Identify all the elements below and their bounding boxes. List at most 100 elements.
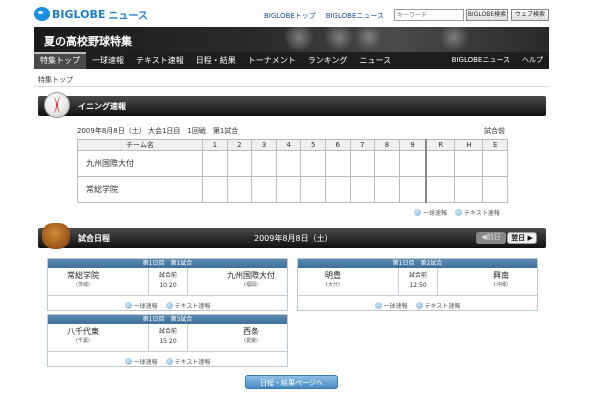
score-cell — [251, 176, 277, 203]
score-cell — [454, 150, 484, 177]
link-label: テキスト速報 — [464, 210, 500, 217]
inning-section-header: イニング速報 — [38, 92, 546, 118]
score-cell — [374, 150, 400, 177]
bullet-icon — [165, 302, 173, 309]
biglobe-logo[interactable]: BIGLOBE ニュース — [34, 5, 148, 23]
score-cell — [482, 176, 508, 203]
score-cell — [398, 150, 427, 177]
game-card-links: 一球速報 テキスト速報 — [48, 357, 287, 366]
nav-item-feature-top[interactable]: 特集トップ — [34, 52, 86, 69]
game-meta: 2009年8月8日（土） 大会1日目 1回戦 第1試合 — [77, 127, 239, 135]
game-card-links: 一球速報 テキスト速報 — [298, 301, 537, 310]
schedule-results-page-button[interactable]: 日程・結果ページへ — [245, 375, 338, 389]
team-name: 明豊 — [325, 271, 341, 280]
col-header-inning: 1 — [202, 139, 228, 151]
col-header-inning: 8 — [374, 139, 400, 151]
away-team: 興南 (沖縄) — [466, 270, 536, 289]
pitch-by-pitch-link[interactable]: 一球速報 — [124, 301, 158, 310]
link-label: テキスト速報 — [424, 303, 461, 310]
nav-item-help[interactable]: ヘルプ — [516, 52, 549, 69]
game-status: 試合前 — [158, 328, 177, 335]
game-card[interactable]: 第1日目 第3試合 八千代東 (千葉) 試合前 15:20 西条 (愛媛) 一球… — [47, 314, 288, 367]
web-search-button[interactable]: ウェブ検索 — [511, 9, 549, 21]
top-links: BIGLOBEトップ BIGLOBEニュース — [264, 11, 384, 21]
game-card-links: 一球速報 テキスト速報 — [48, 301, 287, 310]
baseball-icon — [44, 92, 70, 118]
score-cell — [425, 150, 456, 177]
score-cell — [398, 176, 427, 203]
bullet-icon — [374, 302, 382, 309]
home-team: 常総学院 (茨城) — [48, 270, 118, 289]
link-biglobe-news[interactable]: BIGLOBEニュース — [326, 11, 384, 21]
text-live-link[interactable]: テキスト速報 — [455, 208, 500, 217]
col-header-inning: 3 — [251, 139, 277, 151]
link-label: 一球速報 — [383, 303, 408, 310]
bullet-icon — [414, 209, 421, 216]
link-label: 一球速報 — [423, 210, 448, 217]
link-label: テキスト速報 — [174, 303, 211, 310]
player-silhouette-image — [324, 27, 354, 52]
game-time: 15:20 — [159, 338, 177, 345]
player-silhouette-image — [354, 27, 384, 52]
biglobe-logo-icon — [34, 7, 50, 21]
col-header-inning: 6 — [324, 139, 351, 151]
col-header-inning: 5 — [300, 139, 326, 151]
team-prefecture: (愛媛) — [244, 338, 258, 344]
schedule-section-title: 試合日程 — [78, 234, 110, 243]
previous-day-button[interactable]: ◀前日 — [476, 232, 506, 244]
away-team: 九州国際大付 (福岡) — [216, 270, 286, 289]
banner-title: 夏の高校野球特集 — [44, 35, 132, 48]
breadcrumb: 特集トップ — [38, 76, 73, 84]
player-silhouette-image — [439, 27, 469, 52]
col-header-inning: 7 — [349, 139, 376, 151]
scoreboard-table: チーム名 1 2 3 4 5 6 7 8 9 R H E 九州国際大付 常総学院 — [77, 139, 508, 203]
link-biglobe-top[interactable]: BIGLOBEトップ — [264, 11, 316, 21]
nav-item-tournament[interactable]: トーナメント — [242, 52, 302, 69]
bullet-icon — [455, 209, 463, 216]
bullet-icon — [415, 302, 423, 309]
nav-item-biglobe-news[interactable]: BIGLOBEニュース — [446, 52, 516, 69]
logo-text: BIGLOBE — [52, 7, 106, 21]
game-status: 試合前 — [158, 272, 177, 279]
text-live-link[interactable]: テキスト速報 — [165, 357, 210, 366]
pitch-by-pitch-link[interactable]: 一球速報 — [124, 357, 158, 366]
score-cell — [300, 176, 326, 203]
game-card[interactable]: 第1日目 第2試合 明豊 (大分) 試合前 12:50 興南 (沖縄) 一球速報… — [297, 258, 538, 311]
score-cell — [202, 150, 228, 177]
nav-right-group: BIGLOBEニュース ヘルプ — [446, 52, 549, 69]
link-label: 一球速報 — [133, 303, 158, 310]
search-input[interactable] — [394, 9, 464, 21]
team-prefecture: (沖縄) — [494, 282, 508, 288]
team-name: 八千代東 — [67, 327, 99, 336]
nav-item-ranking[interactable]: ランキング — [302, 52, 354, 69]
nav-item-text-live[interactable]: テキスト速報 — [130, 52, 190, 69]
team-name: 九州国際大付 — [227, 271, 275, 280]
team-prefecture: (千葉) — [76, 338, 90, 344]
inning-links: 一球速報 テキスト速報 — [414, 208, 500, 217]
pitch-by-pitch-link[interactable]: 一球速報 — [374, 301, 408, 310]
team-name: 西条 — [243, 327, 259, 336]
pitch-by-pitch-link[interactable]: 一球速報 — [414, 208, 447, 217]
col-header-errors: E — [482, 139, 508, 151]
score-cell — [349, 176, 376, 203]
score-cell — [226, 150, 253, 177]
team-name: 常総学院 — [77, 176, 203, 203]
nav-item-schedule-results[interactable]: 日程・結果 — [190, 52, 242, 69]
biglobe-search-button[interactable]: BIGLOBE検索 — [466, 9, 508, 21]
nav-item-pitch-by-pitch[interactable]: 一球速報 — [86, 52, 130, 69]
score-cell — [275, 150, 302, 177]
feature-banner: 夏の高校野球特集 — [34, 27, 549, 52]
text-live-link[interactable]: テキスト速報 — [415, 301, 461, 310]
score-cell — [454, 176, 484, 203]
next-day-button[interactable]: 翌日 ▶ — [507, 232, 537, 244]
team-prefecture: (茨城) — [76, 282, 90, 288]
main-nav: 特集トップ 一球速報 テキスト速報 日程・結果 トーナメント ランキング ニュー… — [34, 52, 549, 69]
game-card[interactable]: 第1日目 第1試合 常総学院 (茨城) 試合前 10:20 九州国際大付 (福岡… — [47, 258, 288, 311]
score-cell — [202, 176, 228, 203]
col-header-inning: 4 — [275, 139, 302, 151]
home-team: 八千代東 (千葉) — [48, 326, 118, 345]
nav-item-news[interactable]: ニュース — [354, 52, 398, 69]
text-live-link[interactable]: テキスト速報 — [165, 301, 211, 310]
game-status-cell: 試合前 10:20 — [148, 268, 188, 296]
score-cell — [300, 150, 326, 177]
